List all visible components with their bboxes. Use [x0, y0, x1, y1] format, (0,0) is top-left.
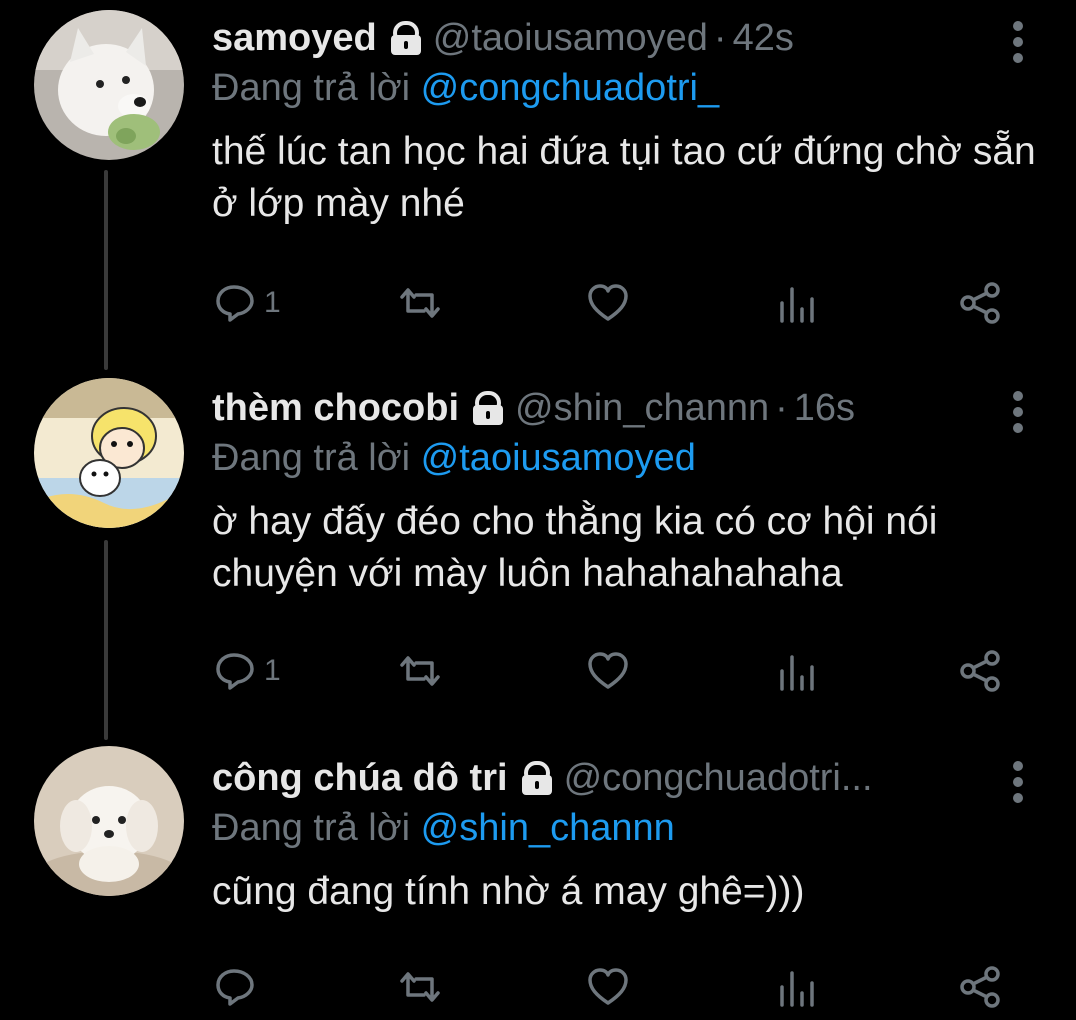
puppy-avatar-image: [34, 746, 184, 896]
lock-icon: [389, 19, 423, 57]
tweet-text: ờ hay đấy đéo cho thằng kia có cơ hội nó…: [212, 500, 938, 595]
share-button[interactable]: [958, 278, 1002, 328]
separator: ·: [713, 17, 727, 59]
like-button[interactable]: [586, 646, 630, 696]
analytics-icon: [780, 287, 814, 323]
reply-button[interactable]: 1: [212, 278, 281, 328]
handle[interactable]: @taoiusamoyed: [433, 14, 708, 62]
retweet-button[interactable]: [398, 646, 442, 696]
replying-to: Đang trả lời @taoiusamoyed: [212, 434, 696, 482]
retweet-icon: [400, 656, 440, 686]
replying-to: Đang trả lời @congchuadotri_: [212, 64, 719, 112]
tweet-header: thèm chocobi @shin_channn · 16s: [212, 384, 1006, 432]
tweet-header: samoyed @taoiusamoyed · 42s: [212, 14, 1006, 62]
share-button[interactable]: [958, 962, 1002, 1012]
reply-button[interactable]: [212, 962, 256, 1012]
action-bar: [212, 962, 1012, 1012]
handle[interactable]: @shin_channn: [515, 384, 769, 432]
lock-icon: [471, 389, 505, 427]
tweet-text: cũng đang tính nhờ á may ghê=))): [212, 870, 805, 913]
replying-prefix: Đang trả lời: [212, 67, 411, 109]
mention-link[interactable]: @congchuadotri_: [421, 67, 719, 109]
tweet[interactable]: samoyed @taoiusamoyed · 42s Đang trả lời…: [0, 0, 1076, 360]
avatar[interactable]: [34, 746, 184, 896]
samoyed-avatar-image: [34, 10, 184, 160]
timestamp[interactable]: 42s: [733, 14, 794, 62]
analytics-button[interactable]: [774, 646, 818, 696]
mention-link[interactable]: @shin_channn: [421, 807, 675, 849]
more-vertical-icon[interactable]: [1008, 390, 1028, 434]
analytics-icon: [780, 655, 814, 691]
heart-icon: [588, 284, 628, 321]
retweet-icon: [400, 972, 440, 1002]
timestamp[interactable]: 16s: [794, 384, 855, 432]
like-button[interactable]: [586, 278, 630, 328]
tweet-text: thế lúc tan học hai đứa tụi tao cứ đứng …: [212, 130, 1036, 225]
reply-icon: [216, 969, 254, 1006]
tweet[interactable]: công chúa dô tri @congchuadotri... Đang …: [0, 740, 1076, 1020]
tweet[interactable]: thèm chocobi @shin_channn · 16s Đang trả…: [0, 370, 1076, 730]
heart-icon: [588, 968, 628, 1005]
reply-icon: [216, 285, 254, 322]
replying-to: Đang trả lời @shin_channn: [212, 804, 675, 852]
replying-prefix: Đang trả lời: [212, 437, 411, 479]
share-icon: [960, 650, 1000, 692]
more-vertical-icon[interactable]: [1008, 760, 1028, 804]
action-bar: 1: [212, 646, 1012, 696]
separator: ·: [775, 387, 788, 429]
reply-button[interactable]: 1: [212, 646, 281, 696]
handle[interactable]: @congchuadotri...: [564, 754, 873, 802]
replying-prefix: Đang trả lời: [212, 807, 411, 849]
heart-icon: [588, 652, 628, 689]
share-icon: [960, 282, 1000, 324]
share-icon: [960, 966, 1000, 1008]
reply-count: 1: [264, 654, 281, 687]
analytics-icon: [780, 971, 814, 1007]
avatar[interactable]: [34, 378, 184, 528]
retweet-button[interactable]: [398, 278, 442, 328]
mention-link[interactable]: @taoiusamoyed: [421, 437, 696, 479]
tweet-header: công chúa dô tri @congchuadotri...: [212, 754, 1006, 802]
share-button[interactable]: [958, 646, 1002, 696]
retweet-button[interactable]: [398, 962, 442, 1012]
lock-icon: [520, 759, 554, 797]
display-name[interactable]: samoyed: [212, 14, 377, 62]
avatar[interactable]: [34, 10, 184, 160]
display-name[interactable]: thèm chocobi: [212, 384, 459, 432]
like-button[interactable]: [586, 962, 630, 1012]
retweet-icon: [400, 288, 440, 318]
reply-count: 1: [264, 286, 281, 319]
more-vertical-icon[interactable]: [1008, 20, 1028, 64]
analytics-button[interactable]: [774, 278, 818, 328]
cartoon-avatar-image: [34, 378, 184, 528]
display-name[interactable]: công chúa dô tri: [212, 754, 508, 802]
action-bar: 1: [212, 278, 1012, 328]
analytics-button[interactable]: [774, 962, 818, 1012]
reply-icon: [216, 653, 254, 690]
